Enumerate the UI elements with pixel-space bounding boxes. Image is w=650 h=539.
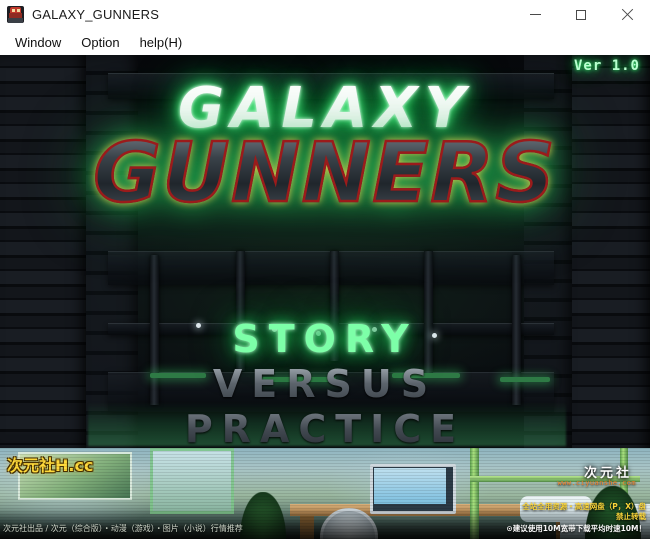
title-bar[interactable]: GALAXY_GUNNERS bbox=[0, 0, 650, 30]
banner-right-panel: 次元社 www.ciyuanshe.com 全站全用资源・高速网盘（P，X）盘 … bbox=[498, 448, 650, 539]
close-button[interactable] bbox=[604, 0, 650, 29]
window-controls bbox=[512, 0, 650, 29]
menu-bar: Window Option help(H) bbox=[0, 29, 650, 56]
menu-option-versus[interactable]: VERSUS bbox=[0, 362, 650, 407]
menu-item-option[interactable]: Option bbox=[72, 32, 128, 53]
banner-logo-text[interactable]: 次元社H.cc bbox=[7, 452, 93, 476]
maximize-icon bbox=[576, 9, 586, 20]
logo-line-gunners: GUNNERS bbox=[0, 131, 650, 216]
banner-window bbox=[150, 448, 234, 514]
menu-item-help[interactable]: help(H) bbox=[131, 32, 192, 53]
minimize-icon bbox=[529, 14, 541, 15]
banner-promo-line-3: ⊙建议使用10M宽带下载平均时速10M！ bbox=[506, 524, 646, 533]
banner-promo-line-2: 禁止转载 bbox=[616, 512, 646, 521]
menu-option-story[interactable]: STORY bbox=[0, 317, 650, 362]
application-window: GALAXY_GUNNERS Window Option help(H) Ver… bbox=[0, 0, 650, 539]
maximize-button[interactable] bbox=[558, 0, 604, 29]
menu-item-window[interactable]: Window bbox=[6, 32, 70, 53]
close-icon bbox=[621, 8, 634, 21]
banner-url-text[interactable]: www.ciyuanshe.com bbox=[558, 479, 636, 487]
version-label: Ver 1.0 bbox=[573, 58, 640, 74]
banner-caption: 次元社出品 / 次元（综合版）・动漫（游戏）・图片（小说）行情推荐 bbox=[3, 524, 243, 533]
minimize-button[interactable] bbox=[512, 0, 558, 29]
menu-option-practice[interactable]: PRACTICE bbox=[0, 407, 650, 448]
game-canvas[interactable]: Ver 1.0 GALAXY GUNNERS STORY VERSUS PRAC… bbox=[0, 55, 650, 448]
game-logo: GALAXY GUNNERS bbox=[0, 81, 650, 216]
banner-monitor-screen bbox=[374, 468, 446, 504]
main-menu: STORY VERSUS PRACTICE bbox=[0, 317, 650, 448]
bottom-banner[interactable]: 次元社H.cc 次元社出品 / 次元（综合版）・动漫（游戏）・图片（小说）行情推… bbox=[0, 448, 650, 539]
app-sprite-icon bbox=[7, 6, 24, 23]
window-title: GALAXY_GUNNERS bbox=[32, 7, 160, 22]
